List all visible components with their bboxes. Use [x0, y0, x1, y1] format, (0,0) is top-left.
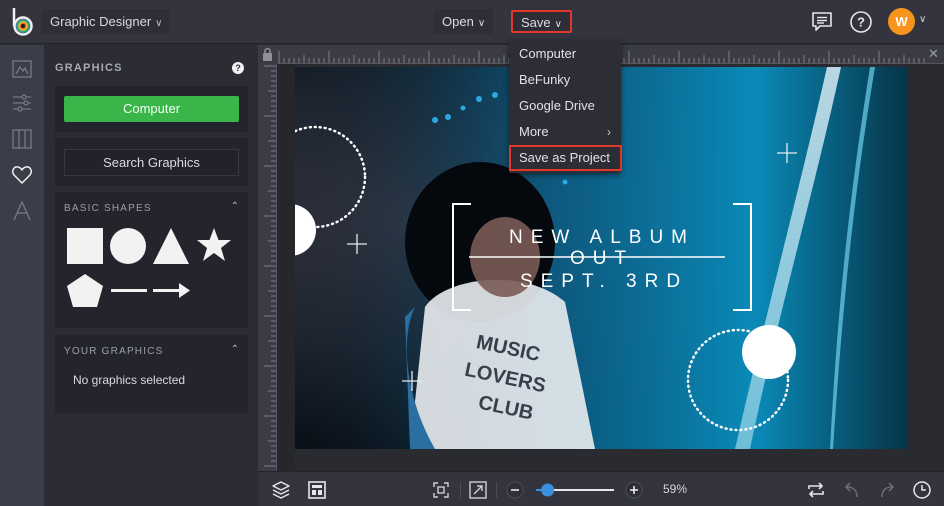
- shape-arrow[interactable]: [153, 283, 190, 298]
- shapes-grid: [67, 228, 231, 307]
- menu-item-more[interactable]: More ›: [509, 119, 621, 145]
- chevron-down-icon: ∨: [554, 19, 562, 30]
- sliders-icon[interactable]: [11, 92, 33, 114]
- menu-item-label: Save as Project: [519, 150, 611, 165]
- swap-icon[interactable]: [806, 480, 826, 500]
- bottom-toolbar: 59%: [258, 471, 944, 506]
- history-icon[interactable]: [912, 480, 932, 500]
- menu-item-befunky[interactable]: BeFunky: [509, 67, 621, 93]
- open-button-label: Open: [442, 14, 474, 29]
- shape-square[interactable]: [67, 228, 103, 264]
- menu-item-save-as-project[interactable]: Save as Project: [509, 145, 622, 171]
- chevron-right-icon: ›: [607, 125, 611, 139]
- layout-icon[interactable]: [307, 480, 327, 500]
- tool-rail: [0, 45, 45, 506]
- menu-item-label: More: [519, 124, 549, 139]
- chat-icon[interactable]: [810, 10, 834, 34]
- canvas-margin: [277, 64, 295, 471]
- collapse-caret-icon[interactable]: ⌃: [231, 201, 239, 212]
- vertical-ruler[interactable]: [258, 64, 277, 471]
- chevron-down-icon[interactable]: ∨: [919, 14, 926, 25]
- shape-star[interactable]: [197, 228, 231, 261]
- fit-to-screen-icon[interactable]: [431, 480, 451, 500]
- menu-item-label: BeFunky: [519, 72, 571, 87]
- lock-icon: [263, 47, 272, 61]
- your-graphics-title: YOUR GRAPHICS: [64, 346, 164, 357]
- help-icon[interactable]: ?: [849, 10, 873, 34]
- collapse-caret-icon[interactable]: ⌃: [231, 344, 239, 355]
- basic-shapes-title: BASIC SHAPES: [64, 203, 152, 214]
- menu-item-google-drive[interactable]: Google Drive: [509, 93, 621, 119]
- computer-card: Computer: [55, 86, 248, 132]
- columns-icon[interactable]: [11, 128, 33, 150]
- shape-line[interactable]: [111, 289, 147, 292]
- graphics-panel: GRAPHICS ? Computer Search Graphics BASI…: [45, 45, 258, 506]
- shape-pentagon[interactable]: [67, 274, 103, 307]
- basic-shapes-section: BASIC SHAPES ⌃: [55, 192, 248, 328]
- shape-triangle[interactable]: [153, 228, 189, 264]
- search-graphics-button[interactable]: Search Graphics: [64, 149, 239, 176]
- ruler-lock[interactable]: [258, 45, 277, 64]
- toolbar-divider: [460, 482, 461, 498]
- menu-item-label: Computer: [519, 46, 577, 61]
- headline-line-3[interactable]: SEPT. 3RD: [520, 271, 688, 292]
- heart-icon[interactable]: [11, 164, 33, 186]
- zoom-out-icon[interactable]: [505, 480, 525, 500]
- befunky-logo[interactable]: [10, 6, 36, 36]
- chevron-down-icon: ∨: [477, 18, 486, 29]
- toolbar-divider: [496, 482, 497, 498]
- headline-line-1[interactable]: NEW ALBUM: [509, 227, 695, 248]
- user-avatar[interactable]: W: [888, 8, 915, 35]
- workspace-dropdown[interactable]: Graphic Designer ∨: [42, 9, 171, 34]
- shape-circle[interactable]: [110, 228, 146, 264]
- workspace-dropdown-label: Graphic Designer: [50, 14, 152, 29]
- top-bar: Graphic Designer ∨ Open ∨ Save ∨ ? W ∨: [0, 0, 944, 44]
- zoom-slider-handle[interactable]: [541, 483, 555, 497]
- zoom-slider[interactable]: [532, 481, 616, 499]
- save-button[interactable]: Save ∨: [511, 10, 572, 33]
- redo-icon[interactable]: [877, 480, 897, 500]
- solid-circle[interactable]: [742, 325, 796, 379]
- zoom-percentage: 59%: [663, 482, 688, 496]
- text-icon[interactable]: [11, 200, 33, 222]
- chevron-down-icon: ∨: [155, 18, 163, 29]
- menu-item-computer[interactable]: Computer: [509, 41, 621, 67]
- search-card: Search Graphics: [55, 138, 248, 186]
- save-dropdown-menu: Computer BeFunky Google Drive More › Save…: [509, 40, 622, 173]
- panel-title: GRAPHICS: [55, 62, 123, 74]
- menu-item-label: Google Drive: [519, 98, 595, 113]
- open-button[interactable]: Open ∨: [434, 9, 494, 34]
- undo-icon[interactable]: [842, 480, 862, 500]
- headline-line-2[interactable]: OUT: [570, 248, 634, 269]
- svg-text:?: ?: [857, 15, 865, 30]
- actual-size-icon[interactable]: [468, 480, 488, 500]
- layers-icon[interactable]: [271, 480, 291, 500]
- zoom-in-icon[interactable]: [624, 480, 644, 500]
- no-graphics-text: No graphics selected: [73, 373, 186, 387]
- your-graphics-section: YOUR GRAPHICS ⌃ No graphics selected: [55, 335, 248, 413]
- close-ruler-icon[interactable]: ✕: [928, 46, 939, 62]
- computer-upload-button[interactable]: Computer: [64, 96, 239, 122]
- image-icon[interactable]: [11, 58, 33, 80]
- save-button-label: Save: [521, 15, 551, 30]
- help-icon[interactable]: ?: [232, 62, 244, 74]
